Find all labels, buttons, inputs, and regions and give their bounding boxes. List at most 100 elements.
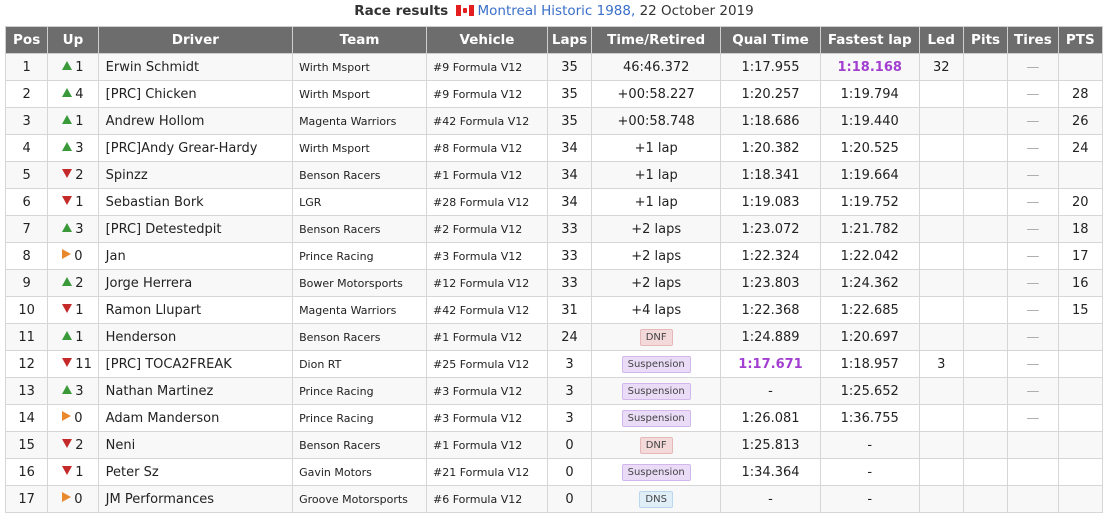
vehicle-cell: #2 Formula V12: [426, 215, 548, 243]
position-change-value: 0: [74, 248, 83, 264]
pits-cell: [962, 269, 1009, 297]
vehicle-cell: #1 Formula V12: [426, 431, 548, 459]
led-cell: [918, 485, 964, 513]
table-row[interactable]: 4 3 [PRC]Andy Grear-Hardy Wirth Msport #8 Fo…: [4, 134, 1104, 162]
vehicle-cell: #6 Formula V12: [426, 485, 548, 513]
column-header-up[interactable]: Up: [47, 26, 99, 54]
column-header-tires[interactable]: Tires: [1007, 26, 1059, 54]
table-row[interactable]: 6 1 Sebastian Bork LGR #28 Formula V12 34 +1 l…: [4, 188, 1104, 216]
column-header-time-retired[interactable]: Time/Retired: [591, 26, 722, 54]
table-row[interactable]: 17 0 JM Performances Groove Motorsports #6 F…: [4, 485, 1104, 513]
pos-cell: 6: [4, 188, 49, 216]
table-row[interactable]: 16 1 Peter Sz Gavin Motors #21 Formula V12 0 S…: [4, 458, 1104, 486]
table-row[interactable]: 9 2 Jorge Herrera Bower Motorsports #12 Form…: [4, 269, 1104, 297]
team-cell: Magenta Warriors: [292, 296, 428, 324]
qual-time-cell: 1:20.257: [720, 80, 821, 108]
driver-cell: Andrew Hollom: [97, 107, 294, 135]
arrow-up-icon: [62, 330, 73, 340]
team-cell: Gavin Motors: [292, 458, 428, 486]
position-change-cell: 11: [47, 350, 99, 378]
pos-cell: 9: [4, 269, 49, 297]
led-cell: 32: [918, 53, 964, 81]
fastest-lap-cell: 1:19.794: [819, 80, 920, 108]
column-header-team[interactable]: Team: [292, 26, 428, 54]
laps-cell: 33: [546, 242, 593, 270]
pts-cell: 20: [1057, 188, 1104, 216]
column-header-pits[interactable]: Pits: [962, 26, 1009, 54]
tires-cell: —: [1007, 296, 1059, 324]
position-change-cell: 0: [47, 485, 99, 513]
team-cell: Magenta Warriors: [292, 107, 428, 135]
pos-cell: 8: [4, 242, 49, 270]
table-row[interactable]: 14 0 Adam Manderson Prince Racing #3 Formula…: [4, 404, 1104, 432]
status-badge: DNF: [639, 436, 673, 454]
table-row[interactable]: 8 0 Jan Prince Racing #3 Formula V12 33 +2 lap…: [4, 242, 1104, 270]
vehicle-cell: #42 Formula V12: [426, 296, 548, 324]
qual-time-cell: -: [720, 485, 821, 513]
laps-cell: 31: [546, 296, 593, 324]
laps-cell: 35: [546, 107, 593, 135]
status-badge: Suspension: [621, 355, 691, 373]
column-header-pts[interactable]: PTS: [1057, 26, 1104, 54]
table-row[interactable]: 3 1 Andrew Hollom Magenta Warriors #42 Formu…: [4, 107, 1104, 135]
column-header-qual-time[interactable]: Qual Time: [720, 26, 821, 54]
status-badge: DNF: [639, 328, 673, 346]
tires-cell: —: [1007, 134, 1059, 162]
laps-cell: 34: [546, 161, 593, 189]
pts-cell: 17: [1057, 242, 1104, 270]
fastest-lap-cell: 1:22.685: [819, 296, 920, 324]
pts-cell: [1057, 377, 1104, 405]
fastest-lap-cell: 1:18.168: [819, 53, 920, 81]
fastest-lap-cell: 1:20.525: [819, 134, 920, 162]
team-cell: Prince Racing: [292, 242, 428, 270]
table-row[interactable]: 1 1 Erwin Schmidt Wirth Msport #9 Formula V1…: [4, 53, 1104, 81]
pos-cell: 7: [4, 215, 49, 243]
driver-cell: Ramon Llupart: [97, 296, 294, 324]
column-header-vehicle[interactable]: Vehicle: [426, 26, 548, 54]
driver-cell: Spinzz: [97, 161, 294, 189]
position-change-cell: 1: [47, 458, 99, 486]
fastest-lap-cell: 1:18.957: [819, 350, 920, 378]
qual-time-cell: 1:25.813: [720, 431, 821, 459]
laps-cell: 33: [546, 269, 593, 297]
laps-cell: 3: [546, 404, 593, 432]
arrow-up-icon: [62, 222, 73, 232]
time-cell: Suspension: [591, 350, 722, 378]
column-header-pos[interactable]: Pos: [4, 26, 49, 54]
qual-time-cell: 1:34.364: [720, 458, 821, 486]
column-header-fastest-lap[interactable]: Fastest lap: [819, 26, 920, 54]
pits-cell: [962, 458, 1009, 486]
table-row[interactable]: 2 4 [PRC] Chicken Wirth Msport #9 Formula V1…: [4, 80, 1104, 108]
vehicle-cell: #12 Formula V12: [426, 269, 548, 297]
vehicle-cell: #1 Formula V12: [426, 161, 548, 189]
column-header-led[interactable]: Led: [918, 26, 964, 54]
position-change-cell: 0: [47, 242, 99, 270]
table-row[interactable]: 5 2 Spinzz Benson Racers #1 Formula V12 34 +1 …: [4, 161, 1104, 189]
column-header-laps[interactable]: Laps: [546, 26, 593, 54]
pits-cell: [962, 161, 1009, 189]
led-cell: [918, 377, 964, 405]
table-row[interactable]: 11 1 Henderson Benson Racers #1 Formula V12 2…: [4, 323, 1104, 351]
fastest-lap-cell: 1:21.782: [819, 215, 920, 243]
table-body: 1 1 Erwin Schmidt Wirth Msport #9 Formula V1…: [4, 53, 1104, 513]
tires-cell: —: [1007, 242, 1059, 270]
time-cell: DNF: [591, 431, 722, 459]
pits-cell: [962, 188, 1009, 216]
vehicle-cell: #1 Formula V12: [426, 323, 548, 351]
table-row[interactable]: 7 3 [PRC] Detestedpit Benson Racers #2 Formu…: [4, 215, 1104, 243]
status-badge: DNS: [639, 490, 673, 508]
laps-cell: 3: [546, 350, 593, 378]
table-row[interactable]: 10 1 Ramon Llupart Magenta Warriors #42 Form…: [4, 296, 1104, 324]
position-change-value: 1: [75, 464, 84, 480]
position-change-cell: 1: [47, 107, 99, 135]
tires-cell: —: [1007, 80, 1059, 108]
track-link[interactable]: Montreal Historic 1988,: [478, 3, 636, 19]
pts-cell: [1057, 485, 1104, 513]
table-row[interactable]: 13 3 Nathan Martinez Prince Racing #3 Formul…: [4, 377, 1104, 405]
laps-cell: 34: [546, 134, 593, 162]
qual-time-cell: 1:19.083: [720, 188, 821, 216]
table-row[interactable]: 15 2 Neni Benson Racers #1 Formula V12 0 DNF 1:…: [4, 431, 1104, 459]
table-row[interactable]: 12 11 [PRC] TOCA2FREAK Dion RT #25 Formula V…: [4, 350, 1104, 378]
column-header-driver[interactable]: Driver: [97, 26, 294, 54]
position-change-value: 2: [75, 167, 84, 183]
